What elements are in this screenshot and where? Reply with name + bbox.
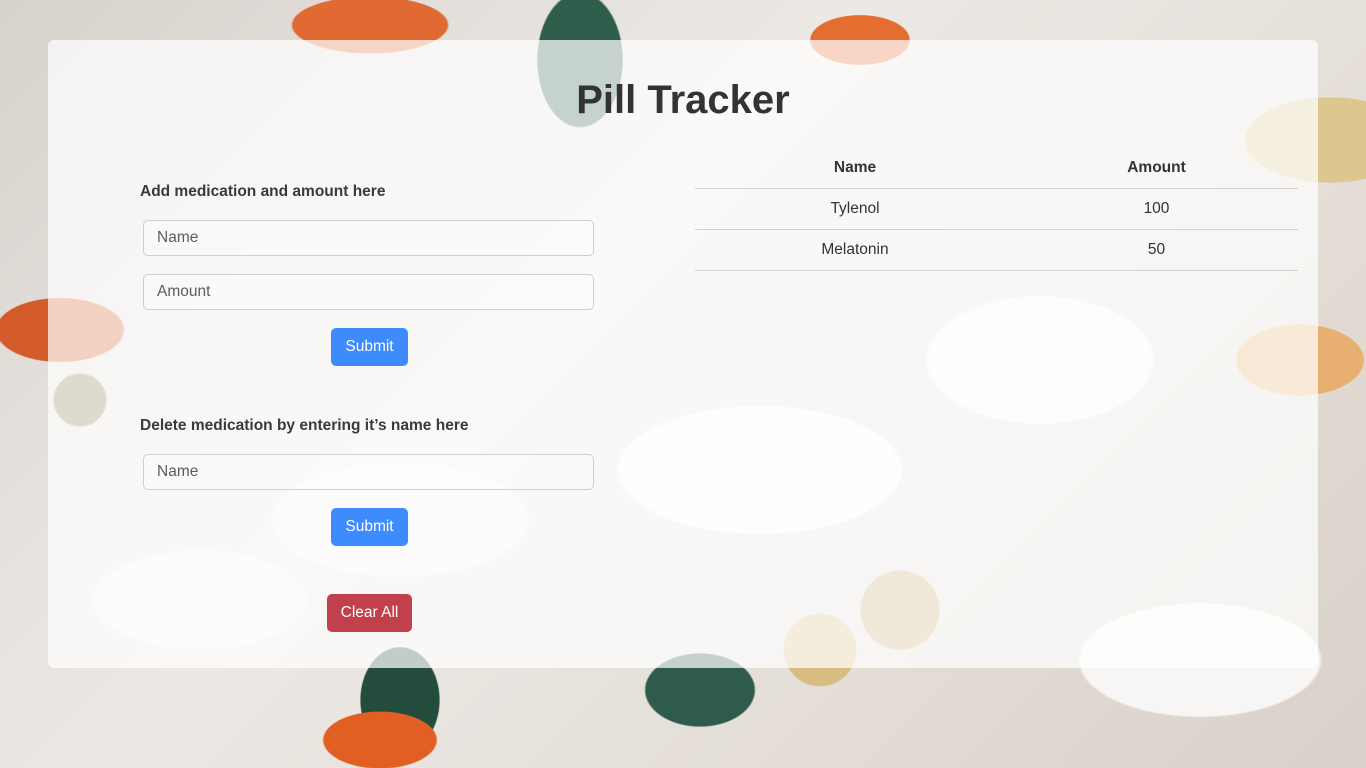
add-form-label: Add medication and amount here [140, 183, 386, 200]
delete-form-label: Delete medication by entering it’s name … [140, 417, 469, 434]
add-name-input[interactable] [143, 220, 594, 256]
delete-name-input[interactable] [143, 454, 594, 490]
column-header-name: Name [695, 148, 1015, 189]
table-row: Melatonin 50 [695, 229, 1298, 271]
medication-name-cell: Melatonin [695, 229, 1015, 271]
table-header-row: Name Amount [695, 148, 1298, 189]
medication-amount-cell: 100 [1015, 188, 1298, 230]
column-header-amount: Amount [1015, 148, 1298, 189]
medication-table: Name Amount Tylenol 100 Melatonin 50 [695, 148, 1298, 271]
main-panel: Pill Tracker Add medication and amount h… [48, 40, 1318, 668]
add-amount-input[interactable] [143, 274, 594, 310]
page-title: Pill Tracker [576, 78, 790, 122]
table-row: Tylenol 100 [695, 188, 1298, 230]
medication-name-cell: Tylenol [695, 188, 1015, 230]
delete-submit-button[interactable]: Submit [331, 508, 408, 546]
add-submit-button[interactable]: Submit [331, 328, 408, 366]
medication-amount-cell: 50 [1015, 229, 1298, 271]
clear-all-button[interactable]: Clear All [327, 594, 412, 632]
